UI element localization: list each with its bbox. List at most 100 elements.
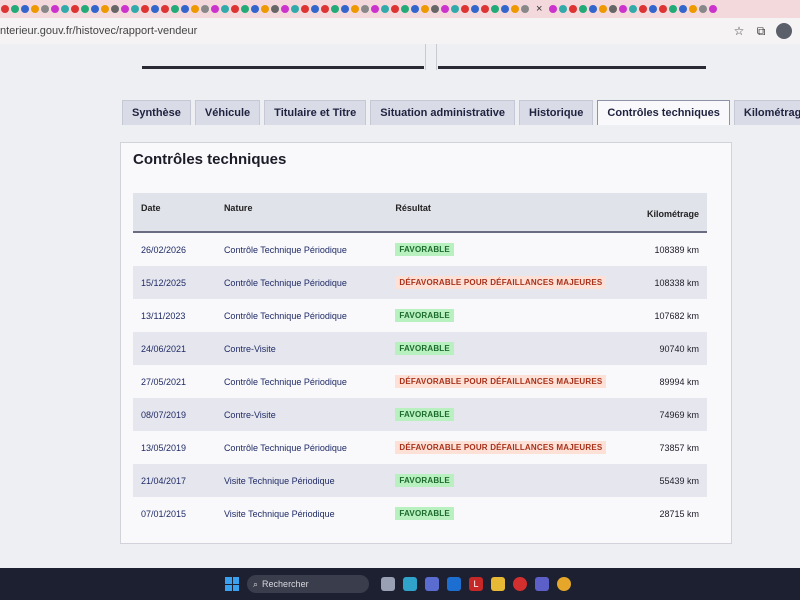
- tab-favicon-icon[interactable]: [451, 5, 459, 13]
- url-field[interactable]: nterieur.gouv.fr/histovec/rapport-vendeu…: [0, 25, 728, 37]
- tab-close-icon[interactable]: ×: [536, 3, 542, 15]
- tab-favicon-icon[interactable]: [81, 5, 89, 13]
- tab-favicon-icon[interactable]: [201, 5, 209, 13]
- tab-favicon-icon[interactable]: [411, 5, 419, 13]
- tab-favicon-icon[interactable]: [569, 5, 578, 13]
- tab-historique[interactable]: Historique: [519, 100, 594, 125]
- cell-kilometrage: 73857 km: [659, 442, 699, 453]
- tab-favicon-icon[interactable]: [639, 5, 648, 13]
- tab-favicon-icon[interactable]: [261, 5, 269, 13]
- tab-favicon-icon[interactable]: [241, 5, 249, 13]
- tab-favicon-icon[interactable]: [151, 5, 159, 13]
- opera-icon[interactable]: [513, 577, 527, 591]
- outlook-icon[interactable]: [447, 577, 461, 591]
- store-icon[interactable]: [425, 577, 439, 591]
- windows-start-icon[interactable]: [225, 577, 239, 591]
- tab-favicon-icon[interactable]: [1, 5, 9, 13]
- tab-favicon-icon[interactable]: [441, 5, 449, 13]
- tab-favicon-icon[interactable]: [331, 5, 339, 13]
- tab-favicon-icon[interactable]: [689, 5, 698, 13]
- tab-favicon-icon[interactable]: [401, 5, 409, 13]
- tab-favicon-icon[interactable]: [281, 5, 289, 13]
- extensions-icon[interactable]: ⧉: [750, 24, 772, 39]
- tab-favicon-icon[interactable]: [181, 5, 189, 13]
- tab-favicon-icon[interactable]: [579, 5, 588, 13]
- tab-controles-techniques[interactable]: Contrôles techniques: [597, 100, 730, 125]
- tab-favicon-icon[interactable]: [431, 5, 439, 13]
- report-tabs: Synthèse Véhicule Titulaire et Titre Sit…: [122, 100, 800, 125]
- tab-favicon-icon[interactable]: [11, 5, 19, 13]
- tab-favicon-icon[interactable]: [491, 5, 499, 13]
- tab-favicon-icon[interactable]: [391, 5, 399, 13]
- tab-favicon-icon[interactable]: [599, 5, 608, 13]
- tab-favicon-icon[interactable]: [371, 5, 379, 13]
- tab-favicon-icon[interactable]: [271, 5, 279, 13]
- tab-favicon-icon[interactable]: [41, 5, 49, 13]
- tab-favicon-icon[interactable]: [589, 5, 598, 13]
- tab-favicon-icon[interactable]: [131, 5, 139, 13]
- tab-favicon-icon[interactable]: [301, 5, 309, 13]
- tab-favicon-icon[interactable]: [481, 5, 489, 13]
- tab-favicon-icon[interactable]: [31, 5, 39, 13]
- teams-icon[interactable]: [535, 577, 549, 591]
- tab-favicon-icon[interactable]: [679, 5, 688, 13]
- status-badge: FAVORABLE: [395, 309, 454, 322]
- tab-favicon-icon[interactable]: [211, 5, 219, 13]
- taskbar-search[interactable]: ⌕ Rechercher: [247, 575, 369, 593]
- folder-icon[interactable]: [491, 577, 505, 591]
- tab-favicon-icon[interactable]: [649, 5, 658, 13]
- tab-favicon-icon[interactable]: [381, 5, 389, 13]
- tab-favicon-icon[interactable]: [361, 5, 369, 13]
- tab-favicon-icon[interactable]: [291, 5, 299, 13]
- tab-favicon-icon[interactable]: [91, 5, 99, 13]
- tab-favicon-icon[interactable]: [501, 5, 509, 13]
- task-view-icon[interactable]: [381, 577, 395, 591]
- tab-favicon-icon[interactable]: [549, 5, 558, 13]
- tab-favicon-icon[interactable]: [61, 5, 69, 13]
- app-l-icon[interactable]: L: [469, 577, 483, 591]
- tab-favicon-icon[interactable]: [121, 5, 129, 13]
- status-badge: FAVORABLE: [395, 408, 454, 421]
- tab-favicon-icon[interactable]: [461, 5, 469, 13]
- tab-favicon-icon[interactable]: [341, 5, 349, 13]
- tab-favicon-icon[interactable]: [101, 5, 109, 13]
- edge-icon[interactable]: [403, 577, 417, 591]
- cell-resultat: FAVORABLE: [387, 464, 615, 497]
- tab-vehicule[interactable]: Véhicule: [194, 100, 261, 125]
- tab-titulaire-et-titre[interactable]: Titulaire et Titre: [264, 100, 367, 125]
- tab-situation-administrative[interactable]: Situation administrative: [370, 100, 515, 125]
- tab-favicon-icon[interactable]: [231, 5, 239, 13]
- tab-favicon-icon[interactable]: [221, 5, 229, 13]
- cell-kilometrage: 90740 km: [614, 332, 707, 365]
- tab-favicon-icon[interactable]: [511, 5, 519, 13]
- tab-favicon-icon[interactable]: [51, 5, 59, 13]
- tab-favicon-icon[interactable]: [251, 5, 259, 13]
- bookmark-star-icon[interactable]: ☆: [728, 24, 750, 38]
- tab-favicon-icon[interactable]: [171, 5, 179, 13]
- tab-favicon-icon[interactable]: [311, 5, 319, 13]
- tab-favicon-icon[interactable]: [141, 5, 149, 13]
- tab-favicon-icon[interactable]: [161, 5, 169, 13]
- tab-favicon-icon[interactable]: [111, 5, 119, 13]
- tab-favicon-icon[interactable]: [659, 5, 668, 13]
- tab-favicon-icon[interactable]: [619, 5, 628, 13]
- tab-favicon-icon[interactable]: [191, 5, 199, 13]
- cell-kilometrage: 89994 km: [659, 376, 699, 387]
- chrome-icon[interactable]: [557, 577, 571, 591]
- tab-favicon-icon[interactable]: [609, 5, 618, 13]
- tab-favicon-icon[interactable]: [71, 5, 79, 13]
- tab-favicon-icon[interactable]: [559, 5, 568, 13]
- tab-favicon-icon[interactable]: [471, 5, 479, 13]
- tab-favicon-icon[interactable]: [521, 5, 529, 13]
- tab-favicon-icon[interactable]: [709, 5, 718, 13]
- tab-synthese[interactable]: Synthèse: [122, 100, 191, 125]
- tab-favicon-icon[interactable]: [21, 5, 29, 13]
- tab-favicon-icon[interactable]: [669, 5, 678, 13]
- profile-avatar[interactable]: [776, 23, 792, 39]
- tab-favicon-icon[interactable]: [699, 5, 708, 13]
- tab-kilometrage[interactable]: Kilométrage: [733, 100, 800, 125]
- tab-favicon-icon[interactable]: [351, 5, 359, 13]
- tab-favicon-icon[interactable]: [629, 5, 638, 13]
- tab-favicon-icon[interactable]: [321, 5, 329, 13]
- tab-favicon-icon[interactable]: [421, 5, 429, 13]
